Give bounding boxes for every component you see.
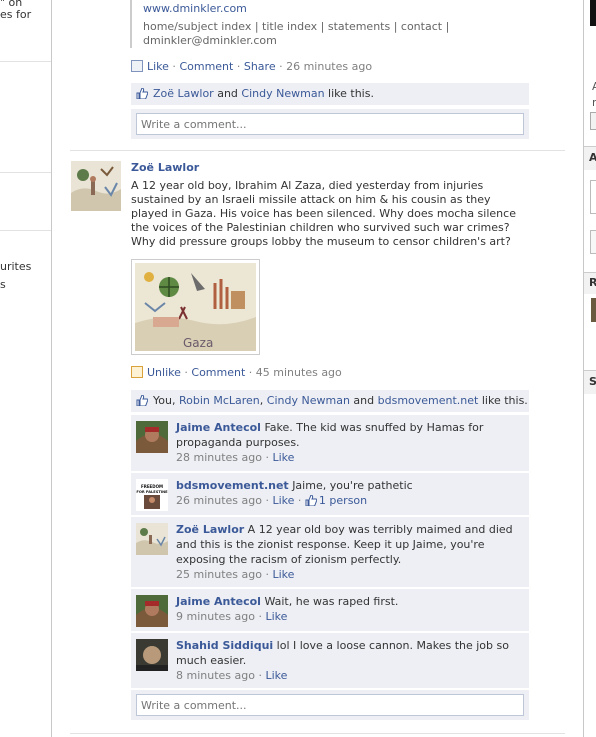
right-image-fragment <box>591 298 596 322</box>
attachment-email: dminkler@dminkler.com <box>143 34 277 47</box>
likes-conjunction: and <box>353 394 375 407</box>
comment-box <box>131 689 529 720</box>
divider <box>0 61 51 62</box>
commenter-avatar[interactable] <box>136 595 168 627</box>
avatar[interactable] <box>71 161 121 211</box>
comment-link[interactable]: Comment <box>191 366 245 379</box>
thumbs-up-icon <box>305 495 317 506</box>
left-fragment: es for <box>0 8 32 21</box>
comment-item: Jaime Antecol Fake. The kid was snuffed … <box>131 414 529 471</box>
likes-conjunction: and <box>217 87 238 100</box>
liker-link[interactable]: Robin McLaren <box>179 394 260 407</box>
likes-bar: Zoë Lawlor and Cindy Newman like this. <box>131 83 529 105</box>
post-author-link[interactable]: Zoë Lawlor <box>131 161 199 174</box>
liker-link[interactable]: Zoë Lawlor <box>153 87 214 100</box>
comment-item: Zoë Lawlor A 12 year old boy was terribl… <box>131 516 529 587</box>
comment-likes-count[interactable]: 1 person <box>319 494 367 507</box>
comment-like-link[interactable]: Like <box>265 669 287 682</box>
write-comment-input[interactable] <box>136 113 524 135</box>
likes-bar: You, Robin McLaren, Cindy Newman and bds… <box>131 390 529 412</box>
comment-author-link[interactable]: Shahid Siddiqui <box>176 639 273 652</box>
liker-link[interactable]: Cindy Newman <box>267 394 350 407</box>
comment-timestamp: 25 minutes ago <box>176 568 262 581</box>
comment-item: Shahid Siddiqui lol I love a loose canno… <box>131 632 529 688</box>
share-link[interactable]: Share <box>244 60 276 73</box>
comment-like-link[interactable]: Like <box>272 494 294 507</box>
thumbs-up-icon <box>136 395 148 406</box>
divider <box>0 172 51 173</box>
story-divider <box>70 150 565 151</box>
right-box-fragment <box>590 180 596 214</box>
liker-link[interactable]: Cindy Newman <box>241 87 324 100</box>
share-link-icon <box>131 60 143 72</box>
right-text-fragment: A <box>592 80 596 93</box>
liker-link[interactable]: bdsmovement.net <box>378 394 479 407</box>
shared-link-attachment: www.dmink­ler.com home/subject index | t… <box>130 0 450 48</box>
thumbs-up-icon <box>136 88 148 99</box>
story-actions: Like · Comment · Share · 26 minutes ago <box>131 60 372 74</box>
post-photo[interactable]: Gaza <box>131 259 260 355</box>
right-header-text: R <box>589 276 596 289</box>
photo-story-icon <box>131 366 143 378</box>
likes-suffix: like this. <box>328 87 374 100</box>
right-text-fragment: r <box>592 96 596 109</box>
timestamp: 26 minutes ago <box>286 60 373 73</box>
timestamp: 45 minutes ago <box>255 366 342 379</box>
like-link[interactable]: Like <box>147 60 169 73</box>
commenter-avatar[interactable] <box>136 421 168 453</box>
right-sidebar: A r A R S <box>583 0 596 737</box>
attachment-nav-text: home/subject index | title index | state… <box>143 20 450 33</box>
comment-author-link[interactable]: Jaime Antecol <box>176 595 261 608</box>
comment-author-link[interactable]: Jaime Antecol <box>176 421 261 434</box>
comment-author-link[interactable]: Zoë Lawlor <box>176 523 244 536</box>
unlike-link[interactable]: Unlike <box>147 366 181 379</box>
sidebar-link[interactable]: s <box>0 278 6 291</box>
comment-like-link[interactable]: Like <box>265 610 287 623</box>
right-image-fragment <box>590 0 596 26</box>
right-button-fragment[interactable] <box>590 112 596 130</box>
comment-item: FREEDOM FOR PALESTINE bdsmovement.net Jai… <box>131 472 529 515</box>
comment-like-link[interactable]: Like <box>272 451 294 464</box>
comment-timestamp: 9 minutes ago <box>176 610 255 623</box>
comment-timestamp: 26 minutes ago <box>176 494 262 507</box>
left-sidebar: " on es for urites s <box>0 0 52 737</box>
comment-link[interactable]: Comment <box>179 60 233 73</box>
child-drawing-image: Gaza <box>135 263 256 351</box>
comment-like-link[interactable]: Like <box>272 568 294 581</box>
story-actions: Unlike · Comment · 45 minutes ago <box>131 366 342 380</box>
attachment-link[interactable]: www.dmink­ler.com <box>143 2 247 15</box>
svg-text:FOR PALESTINE: FOR PALESTINE <box>136 490 168 494</box>
right-header-text: S <box>589 375 596 388</box>
sidebar-link-favourites[interactable]: urites <box>0 260 31 273</box>
comment-item: Jaime Antecol Wait, he was raped first. … <box>131 588 529 631</box>
comment-timestamp: 8 minutes ago <box>176 669 255 682</box>
photo-caption: Gaza <box>183 336 213 350</box>
commenter-avatar[interactable] <box>136 639 168 671</box>
commenter-avatar[interactable] <box>136 523 168 555</box>
likes-suffix: like this. <box>481 394 528 407</box>
bds-avatar-text: FREEDOM <box>141 484 163 489</box>
comment-box <box>131 109 529 139</box>
story-divider <box>70 733 565 734</box>
likes-you: You, <box>153 394 176 407</box>
comment-text: Wait, he was raped first. <box>264 595 399 608</box>
right-header-text: A <box>589 151 596 164</box>
right-box-fragment[interactable] <box>590 230 596 254</box>
write-comment-input[interactable] <box>136 694 524 716</box>
commenter-avatar[interactable]: FREEDOM FOR PALESTINE <box>136 479 168 511</box>
comment-text: Jaime, you're pathetic <box>292 479 413 492</box>
comment-author-link[interactable]: bdsmovement.net <box>176 479 289 492</box>
divider <box>0 230 51 231</box>
post-text: A 12 year old boy, Ibrahim Al Zaza, died… <box>131 179 516 248</box>
comment-timestamp: 28 minutes ago <box>176 451 262 464</box>
